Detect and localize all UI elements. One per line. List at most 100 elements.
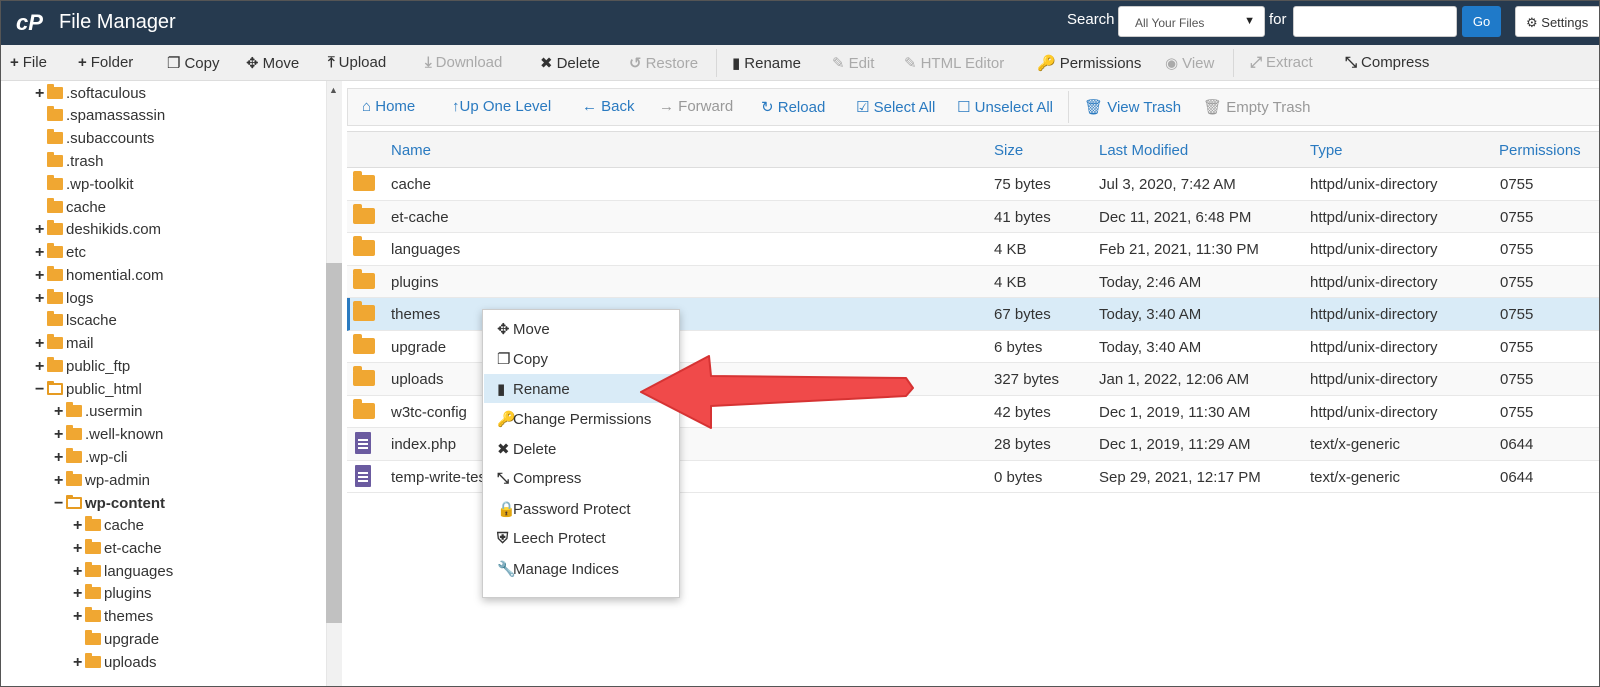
- menu-item-delete[interactable]: ✖ Delete: [484, 434, 680, 463]
- tree-item[interactable]: .wp-toolkit: [35, 175, 134, 198]
- tree-item[interactable]: + themes: [73, 607, 153, 630]
- empty-trash-button[interactable]: 🗑 Empty Trash: [1203, 98, 1310, 116]
- expand-icon[interactable]: +: [73, 563, 85, 581]
- back-button[interactable]: ← Back: [582, 98, 635, 115]
- rename-button[interactable]: ▮ Rename: [732, 54, 801, 72]
- table-row[interactable]: et-cache 41 bytes Dec 11, 2021, 6:48 PM …: [347, 200, 1599, 233]
- select-all-button[interactable]: ☑ Select All: [856, 98, 935, 116]
- expand-icon[interactable]: +: [35, 221, 47, 239]
- scroll-up-icon[interactable]: ▲: [329, 85, 338, 95]
- tree-item[interactable]: cache: [35, 198, 106, 221]
- collapse-icon[interactable]: −: [54, 495, 66, 513]
- menu-item-password-protect[interactable]: 🔒Password Protect: [484, 494, 680, 523]
- move-button[interactable]: ✥ Move: [246, 54, 299, 72]
- expand-icon[interactable]: +: [73, 585, 85, 603]
- upload-button[interactable]: ⤒ Upload: [328, 54, 386, 71]
- settings-button[interactable]: ⚙ Settings: [1515, 6, 1599, 37]
- expand-icon[interactable]: +: [73, 654, 85, 672]
- tree-item[interactable]: + et-cache: [73, 539, 162, 562]
- expand-icon[interactable]: +: [73, 517, 85, 535]
- table-row[interactable]: plugins 4 KB Today, 2:46 AM httpd/unix-d…: [347, 265, 1599, 298]
- red-arrow-annotation: [640, 355, 914, 429]
- tree-item[interactable]: lscache: [35, 311, 117, 334]
- expand-icon[interactable]: +: [35, 335, 47, 353]
- extract-button[interactable]: ⤢ Extract: [1250, 54, 1313, 71]
- collapse-icon[interactable]: −: [35, 381, 47, 399]
- tree-item[interactable]: + cache: [73, 516, 144, 539]
- file-modified: Feb 21, 2021, 11:30 PM: [1099, 241, 1259, 258]
- go-button[interactable]: Go: [1462, 6, 1501, 37]
- tree-item[interactable]: + public_ftp: [35, 357, 130, 380]
- column-header-type[interactable]: Type: [1310, 142, 1343, 159]
- expand-icon[interactable]: +: [35, 358, 47, 376]
- file-permissions: 0644: [1500, 468, 1534, 486]
- expand-icon[interactable]: +: [35, 290, 47, 308]
- expand-icon[interactable]: +: [54, 472, 66, 490]
- column-header-size[interactable]: Size: [994, 142, 1023, 159]
- file-name: cache: [391, 176, 432, 193]
- tree-item[interactable]: .trash: [35, 152, 104, 175]
- expand-icon[interactable]: +: [54, 449, 66, 467]
- up-one-level-button[interactable]: ↑Up One Level: [452, 98, 551, 115]
- tree-item[interactable]: + .wp-cli: [54, 448, 128, 471]
- shield-icon: ⛨: [497, 530, 509, 547]
- tree-item[interactable]: + plugins: [73, 584, 152, 607]
- menu-item-manage-indices[interactable]: 🔧Manage Indices: [484, 554, 680, 583]
- tree-item[interactable]: + .usermin: [54, 402, 143, 425]
- column-header-permissions[interactable]: Permissions: [1499, 142, 1581, 159]
- tree-item[interactable]: + languages: [73, 562, 173, 585]
- tree-item[interactable]: upgrade: [73, 630, 159, 653]
- edit-button[interactable]: ✎ Edit: [832, 54, 874, 72]
- expand-icon[interactable]: +: [54, 403, 66, 421]
- file-type: text/x-generic: [1310, 468, 1401, 486]
- tree-item[interactable]: + logs: [35, 289, 94, 312]
- unselect-all-button[interactable]: ☐ Unselect All: [957, 98, 1053, 116]
- search-input[interactable]: [1293, 6, 1457, 37]
- permissions-button[interactable]: 🔑 Permissions: [1037, 54, 1141, 72]
- tree-item-active[interactable]: − wp-content: [54, 495, 165, 517]
- sidebar-scroll-thumb[interactable]: [326, 263, 342, 623]
- folder-icon: [47, 106, 63, 121]
- search-scope-select[interactable]: All Your Files ▼: [1118, 6, 1265, 37]
- menu-item-leech-protect[interactable]: ⛨ Leech Protect: [484, 524, 680, 553]
- column-header-name[interactable]: Name: [391, 142, 431, 159]
- tree-item[interactable]: − public_html: [35, 381, 142, 403]
- reload-button[interactable]: ↻ Reload: [761, 98, 825, 116]
- tree-item[interactable]: .subaccounts: [35, 129, 154, 152]
- table-row[interactable]: languages 4 KB Feb 21, 2021, 11:30 PM ht…: [347, 233, 1599, 266]
- copy-button[interactable]: ❐ Copy: [167, 54, 219, 72]
- tree-item[interactable]: + mail: [35, 334, 94, 357]
- tree-item[interactable]: + deshikids.com: [35, 220, 161, 243]
- expand-icon[interactable]: +: [35, 85, 47, 103]
- view-button[interactable]: ◉ View: [1165, 54, 1214, 72]
- new-file-button[interactable]: + File: [10, 54, 47, 71]
- download-button[interactable]: ⤓ Download: [425, 54, 502, 71]
- tree-item[interactable]: + homential.com: [35, 266, 164, 289]
- table-row[interactable]: cache 75 bytes Jul 3, 2020, 7:42 AM http…: [347, 168, 1599, 201]
- html-editor-button[interactable]: ✎ HTML Editor: [904, 54, 1004, 72]
- tree-item[interactable]: + uploads: [73, 653, 157, 676]
- expand-icon[interactable]: +: [54, 426, 66, 444]
- tree-item[interactable]: + etc: [35, 243, 86, 266]
- tree-item[interactable]: .spamassassin: [35, 106, 165, 129]
- search-label: Search: [1067, 11, 1115, 28]
- compress-button[interactable]: ⤡ Compress: [1345, 54, 1429, 71]
- home-button[interactable]: ⌂ Home: [362, 98, 415, 115]
- forward-button[interactable]: → Forward: [659, 98, 733, 115]
- folder-icon: [353, 203, 375, 224]
- tree-item[interactable]: + wp-admin: [54, 471, 150, 494]
- new-folder-button[interactable]: + Folder: [78, 54, 133, 71]
- menu-item-compress[interactable]: ⤡ Compress: [484, 464, 680, 493]
- expand-icon[interactable]: +: [35, 244, 47, 262]
- delete-button[interactable]: ✖ Delete: [540, 54, 600, 72]
- tree-item[interactable]: + .softaculous: [35, 84, 146, 107]
- expand-icon[interactable]: +: [35, 267, 47, 285]
- folder-icon: [353, 301, 375, 321]
- expand-icon[interactable]: +: [73, 540, 85, 558]
- restore-button[interactable]: ↺ Restore: [629, 54, 698, 72]
- expand-icon[interactable]: +: [73, 608, 85, 626]
- menu-item-move[interactable]: ✥ Move: [484, 314, 680, 343]
- view-trash-button[interactable]: 🗑 View Trash: [1084, 98, 1181, 116]
- tree-item[interactable]: + .well-known: [54, 425, 163, 448]
- column-header-modified[interactable]: Last Modified: [1099, 142, 1188, 159]
